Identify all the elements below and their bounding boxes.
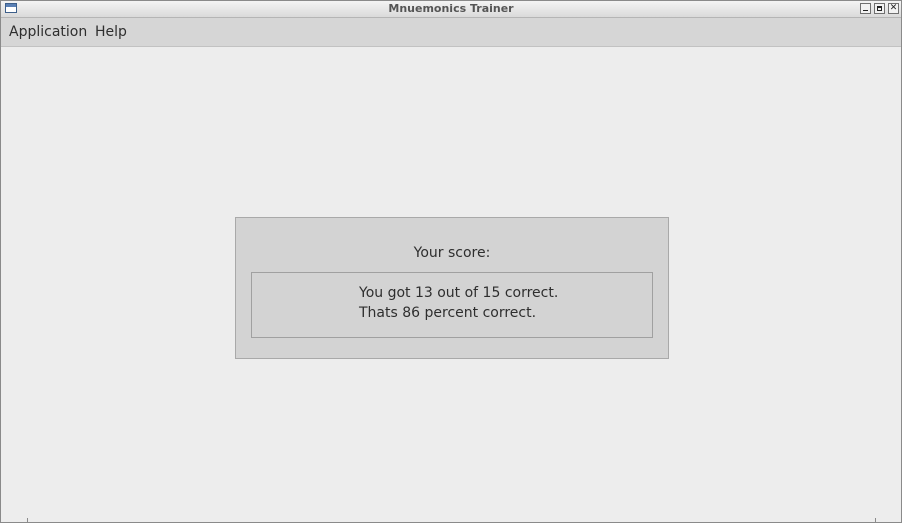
window-bottom-edge-right xyxy=(875,518,876,522)
score-heading: Your score: xyxy=(413,245,491,261)
score-text: You got 13 out of 15 correct. Thats 86 p… xyxy=(359,283,558,323)
title-bar[interactable]: Mnuemonics Trainer ✕ xyxy=(1,1,901,18)
score-correct-count: You got 13 out of 15 correct. xyxy=(359,285,559,301)
app-window: Mnuemonics Trainer ✕ Application Help Yo… xyxy=(0,0,902,523)
maximize-icon[interactable] xyxy=(874,3,885,14)
close-icon[interactable]: ✕ xyxy=(888,3,899,14)
menu-help[interactable]: Help xyxy=(95,23,127,41)
menu-bar: Application Help xyxy=(1,18,901,47)
menu-application[interactable]: Application xyxy=(9,23,87,41)
minimize-icon[interactable] xyxy=(860,3,871,14)
window-bottom-edge-left xyxy=(27,518,28,522)
score-panel: Your score: You got 13 out of 15 correct… xyxy=(235,217,669,359)
window-title: Mnuemonics Trainer xyxy=(388,2,514,15)
score-percent: Thats 86 percent correct. xyxy=(359,305,537,321)
score-result-box: You got 13 out of 15 correct. Thats 86 p… xyxy=(251,272,653,338)
